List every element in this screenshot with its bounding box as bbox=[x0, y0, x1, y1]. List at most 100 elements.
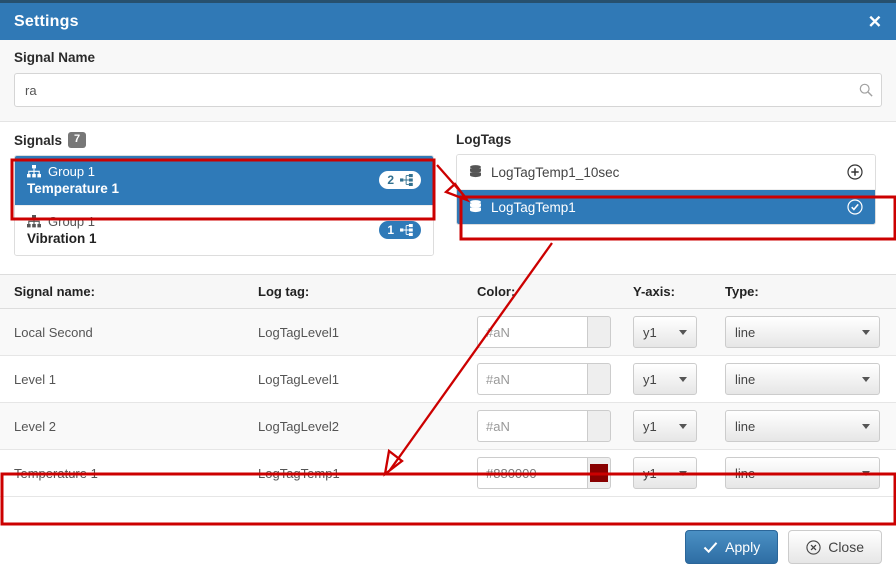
cell-y-axis: y1 bbox=[619, 402, 711, 451]
cell-log-tag: LogTagTemp1 bbox=[244, 449, 463, 498]
color-swatch bbox=[589, 464, 608, 483]
signals-title-label: Signals bbox=[14, 132, 63, 148]
settings-dialog: Settings ✕ Signal Name Signals 7 bbox=[0, 0, 896, 575]
apply-button[interactable]: Apply bbox=[685, 530, 779, 564]
logtag-name-label: LogTagTemp1 bbox=[491, 199, 576, 215]
column-header-log-tag: Log tag: bbox=[244, 275, 463, 310]
signals-count-badge: 7 bbox=[68, 132, 87, 149]
type-select[interactable]: line bbox=[725, 457, 880, 490]
type-value: line bbox=[735, 371, 756, 387]
cell-log-tag: LogTagLevel1 bbox=[244, 308, 463, 357]
color-swatch-addon[interactable] bbox=[586, 316, 611, 349]
color-input-group bbox=[477, 316, 611, 349]
selection-panes: Signals 7 Group 1 Temperature 1 2 Group … bbox=[0, 122, 896, 257]
signals-pane-title: Signals 7 bbox=[14, 132, 434, 149]
logtag-item-left: LogTagTemp1 bbox=[469, 200, 576, 215]
y-axis-value: y1 bbox=[643, 324, 657, 340]
logtag-name-label: LogTagTemp1_10sec bbox=[491, 164, 620, 180]
signal-name-section: Signal Name bbox=[0, 40, 896, 122]
color-input-group bbox=[477, 363, 611, 396]
color-swatch-addon[interactable] bbox=[586, 457, 611, 490]
type-select[interactable]: line bbox=[725, 363, 880, 396]
dialog-footer: Apply Close bbox=[685, 530, 882, 564]
signal-list-item-temperature-1[interactable]: Group 1 Temperature 1 2 bbox=[15, 156, 433, 207]
chevron-down-icon bbox=[862, 329, 870, 335]
signal-badge-count: 2 bbox=[387, 173, 394, 188]
chevron-down-icon bbox=[679, 376, 687, 382]
signal-name-label: Vibration 1 bbox=[27, 231, 97, 247]
signal-badge-count: 1 bbox=[387, 223, 394, 238]
apply-button-label: Apply bbox=[725, 539, 761, 555]
color-input[interactable] bbox=[477, 363, 587, 396]
cell-type: line bbox=[711, 355, 893, 404]
cell-y-axis: y1 bbox=[619, 449, 711, 498]
chevron-down-icon bbox=[862, 376, 870, 382]
y-axis-select[interactable]: y1 bbox=[633, 363, 697, 396]
type-select[interactable]: line bbox=[725, 410, 880, 443]
signal-list-item-vibration-1[interactable]: Group 1 Vibration 1 1 bbox=[15, 206, 433, 256]
check-icon bbox=[703, 541, 718, 553]
cell-y-axis: y1 bbox=[619, 355, 711, 404]
chevron-down-icon bbox=[862, 423, 870, 429]
logtag-list-item-logtagtemp1[interactable]: LogTagTemp1 bbox=[457, 190, 875, 224]
check-circle-icon[interactable] bbox=[847, 199, 863, 215]
close-icon[interactable]: ✕ bbox=[868, 13, 882, 30]
sitemap-icon bbox=[400, 174, 413, 187]
type-value: line bbox=[735, 418, 756, 434]
type-select[interactable]: line bbox=[725, 316, 880, 349]
search-wrapper bbox=[14, 73, 882, 107]
signal-group-label: Group 1 bbox=[48, 214, 95, 230]
column-header-color: Color: bbox=[463, 275, 619, 310]
y-axis-select[interactable]: y1 bbox=[633, 457, 697, 490]
signal-badge: 1 bbox=[379, 221, 421, 240]
signal-item-text: Group 1 Temperature 1 bbox=[27, 164, 119, 196]
y-axis-value: y1 bbox=[643, 465, 657, 481]
y-axis-select[interactable]: y1 bbox=[633, 410, 697, 443]
cell-color bbox=[463, 308, 619, 357]
sitemap-icon bbox=[27, 215, 41, 228]
column-header-y-axis: Y-axis: bbox=[619, 275, 711, 310]
close-button[interactable]: Close bbox=[788, 530, 882, 564]
table-row: Temperature 1 LogTagTemp1 y1 bbox=[0, 449, 896, 498]
table-row: Level 2 LogTagLevel2 y1 bbox=[0, 402, 896, 451]
color-input[interactable] bbox=[477, 457, 587, 490]
signals-list: Group 1 Temperature 1 2 Group 1 Vibratio… bbox=[14, 155, 434, 257]
color-swatch bbox=[590, 417, 608, 435]
type-value: line bbox=[735, 324, 756, 340]
color-input[interactable] bbox=[477, 410, 587, 443]
color-input-group bbox=[477, 457, 611, 490]
color-swatch-addon[interactable] bbox=[586, 363, 611, 396]
signal-item-group: Group 1 bbox=[27, 164, 119, 179]
search-input[interactable] bbox=[14, 73, 882, 107]
plus-circle-icon[interactable] bbox=[847, 164, 863, 180]
y-axis-select[interactable]: y1 bbox=[633, 316, 697, 349]
sitemap-icon bbox=[400, 224, 413, 237]
chevron-down-icon bbox=[679, 470, 687, 476]
close-button-label: Close bbox=[828, 539, 864, 555]
database-icon bbox=[470, 165, 481, 178]
cell-type: line bbox=[711, 449, 893, 498]
cell-signal-name: Level 1 bbox=[0, 355, 244, 404]
signal-name-label: Temperature 1 bbox=[27, 181, 120, 197]
signals-table: Signal name: Log tag: Color: Y-axis: Typ… bbox=[0, 275, 896, 498]
signal-item-group: Group 1 bbox=[27, 214, 97, 229]
color-input[interactable] bbox=[477, 316, 587, 349]
sitemap-icon bbox=[27, 165, 41, 178]
logtag-item-left: LogTagTemp1_10sec bbox=[469, 165, 619, 180]
color-swatch bbox=[590, 370, 608, 388]
color-swatch-addon[interactable] bbox=[586, 410, 611, 443]
table-row: Local Second LogTagLevel1 y1 bbox=[0, 308, 896, 357]
dialog-titlebar: Settings ✕ bbox=[0, 0, 896, 40]
cell-type: line bbox=[711, 308, 893, 357]
logtag-list-item-logtagtemp1-10sec[interactable]: LogTagTemp1_10sec bbox=[457, 155, 875, 190]
database-icon bbox=[470, 200, 481, 213]
signal-item-text: Group 1 Vibration 1 bbox=[27, 214, 97, 246]
column-header-signal-name: Signal name: bbox=[0, 275, 244, 310]
y-axis-value: y1 bbox=[643, 371, 657, 387]
cell-log-tag: LogTagLevel2 bbox=[244, 402, 463, 451]
cell-y-axis: y1 bbox=[619, 308, 711, 357]
y-axis-value: y1 bbox=[643, 418, 657, 434]
logtags-title-label: LogTags bbox=[456, 132, 512, 147]
signal-badge: 2 bbox=[379, 171, 421, 190]
chevron-down-icon bbox=[679, 329, 687, 335]
